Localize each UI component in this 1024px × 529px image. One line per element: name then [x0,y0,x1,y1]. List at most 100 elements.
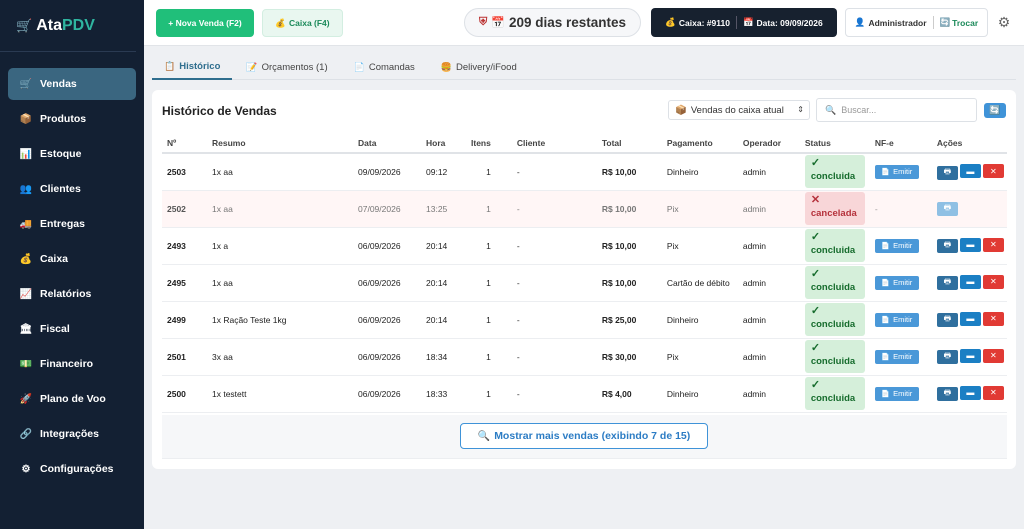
print-button[interactable]: 🖶 [936,239,958,254]
sale-operator: admin [737,375,800,413]
table-row[interactable]: 2499 1x Ração Teste 1kg 06/09/2026 20:14 1- R… [162,301,1007,339]
sale-total: R$ 10,00 [596,153,662,191]
gear-icon[interactable]: ⚙ [996,14,1012,30]
emit-nfe-button[interactable]: 📄 Emitir [874,386,919,401]
table-row[interactable]: 2493 1x a 06/09/2026 20:14 1- R$ 10,00 Pix admi… [162,227,1007,265]
clientes-icon: 👥 [19,183,33,195]
show-more-button[interactable]: 🔍 Mostrar mais vendas (exibindo 7 de 15) [460,423,708,449]
print-button[interactable]: 🖶 [936,387,958,402]
x-icon: ✕ [810,194,821,206]
sidebar: 🛒 Ata PDV 🛒 Vendas 📦 Produtos 📊 Estoque 👥 Client… [0,0,144,529]
shield-icon: ⛨ [478,16,488,28]
status-badge: ✓ concluida [804,303,865,336]
cancel-sale-button[interactable]: ✕ [982,311,1004,326]
column-header: Cliente [511,134,597,154]
cancel-sale-button[interactable]: ✕ [982,385,1004,400]
column-header: Resumo [207,134,353,154]
nfe-cell: 📄 Emitir [869,227,932,265]
emit-nfe-button[interactable]: 📄 Emitir [874,349,919,364]
sidebar-item-clientes[interactable]: 👥 Clientes [8,173,136,205]
print-button[interactable]: 🖶 [936,201,958,216]
refresh-button[interactable]: 🔄 [984,103,1006,118]
days-remaining-text: 209 dias restantes [508,15,627,30]
actions-cell: 🖶 ▬ ✕ [931,227,1007,265]
user-icon: 👤 [854,17,866,27]
print-button[interactable]: 🖶 [936,350,958,365]
emit-nfe-button[interactable]: 📄 Emitir [874,164,919,179]
sale-client: - [511,375,597,413]
column-header: Hora [421,134,466,154]
fiscal-icon: 🏛 [19,323,33,335]
tab-delivery-ifood[interactable]: 🍔 Delivery/iFood [429,54,529,80]
cancel-sale-button[interactable]: ✕ [982,274,1004,289]
search-input[interactable]: 🔍 Buscar... [816,98,977,122]
tab-comandas[interactable]: 📄 Comandas [342,54,427,80]
caixa-button[interactable]: 💰 Caixa (F4) [262,9,343,37]
logo-text-ata: Ata [36,16,62,34]
app-logo[interactable]: 🛒 Ata PDV [0,0,136,52]
printer-icon: 🖶 [943,240,952,250]
status-cell: ✓ concluida [799,301,870,339]
payment-button[interactable]: ▬ [959,385,981,400]
payment-button[interactable]: ▬ [959,237,981,252]
tab-label: Histórico [179,60,221,72]
search-icon: 🔍 [825,104,837,115]
sale-total: R$ 30,00 [596,338,662,376]
sidebar-item-produtos[interactable]: 📦 Produtos [8,103,136,135]
caixa-filter-select[interactable]: 📦 Vendas do caixa atual ⇕ [668,100,810,120]
money-bag-icon: 💰 [275,17,286,28]
integracoes-icon: 🔗 [19,428,33,440]
switch-user-link[interactable]: Trocar [952,18,978,28]
close-icon: ✕ [989,351,997,361]
sidebar-item-entregas[interactable]: 🚚 Entregas [8,208,136,240]
cart-icon: 🛒 [16,17,33,33]
status-badge: ✓ concluida [804,340,865,373]
table-row[interactable]: 2502 1x aa 07/09/2026 13:25 1- R$ 10,00 Pix adm… [162,190,1007,228]
sale-items: 1 [466,227,512,265]
sidebar-item-integracoes[interactable]: 🔗 Integrações [8,418,136,450]
emit-nfe-button[interactable]: 📄 Emitir [874,275,919,290]
sidebar-item-fiscal[interactable]: 🏛 Fiscal [8,313,136,345]
check-icon: ✓ [810,231,821,243]
sidebar-item-configuracoes[interactable]: ⚙ Configurações [8,453,136,485]
emit-label: Emitir [893,278,913,287]
card-title: Histórico de Vendas [162,104,277,118]
print-button[interactable]: 🖶 [936,165,958,180]
card-icon: ▬ [966,351,975,361]
sidebar-item-plano-de-voo[interactable]: 🚀 Plano de Voo [8,383,136,415]
print-button[interactable]: 🖶 [936,276,958,291]
table-row[interactable]: 2501 3x aa 06/09/2026 18:34 1- R$ 30,00 Pix adm… [162,338,1007,376]
sale-operator: admin [737,301,800,339]
column-header: Operador [737,134,800,154]
sidebar-item-relatorios[interactable]: 📈 Relatórios [8,278,136,310]
sidebar-item-estoque[interactable]: 📊 Estoque [8,138,136,170]
refresh-icon: 🔄 [989,105,1001,115]
table-row[interactable]: 2495 1x aa 06/09/2026 20:14 1- R$ 10,00 Cartão… [162,264,1007,302]
cancel-sale-button[interactable]: ✕ [982,348,1004,363]
tab-orcamentos-1[interactable]: 📝 Orçamentos (1) [234,54,339,80]
emit-nfe-button[interactable]: 📄 Emitir [874,312,919,327]
sale-total: R$ 4,00 [596,375,662,413]
payment-button[interactable]: ▬ [959,348,981,363]
table-row[interactable]: 2503 1x aa 09/09/2026 09:12 1- R$ 10,00 Dinhei… [162,153,1007,191]
emit-label: Emitir [893,352,913,361]
show-more-row: 🔍 Mostrar mais vendas (exibindo 7 de 15) [162,415,1007,459]
emit-nfe-button[interactable]: 📄 Emitir [874,238,919,253]
sale-client: - [511,153,597,191]
emit-label: Emitir [893,315,913,324]
cancel-sale-button[interactable]: ✕ [982,164,1004,178]
new-sale-button[interactable]: + Nova Venda (F2) [156,9,254,37]
cancel-sale-button[interactable]: ✕ [982,237,1004,252]
table-row[interactable]: 2500 1x testett 06/09/2026 18:33 1- R$ 4,00 Di… [162,375,1007,413]
tab-historico[interactable]: 📋 Histórico [152,54,233,80]
sidebar-item-financeiro[interactable]: 💵 Financeiro [8,348,136,380]
sidebar-item-caixa[interactable]: 💰 Caixa [8,243,136,275]
payment-button[interactable]: ▬ [959,311,981,326]
payment-button[interactable]: ▬ [959,164,981,178]
print-button[interactable]: 🖶 [936,313,958,328]
payment-button[interactable]: ▬ [959,274,981,289]
tab-icon: 📄 [353,61,365,72]
sale-number: 2493 [162,227,207,265]
sidebar-item-vendas[interactable]: 🛒 Vendas [8,68,136,100]
sale-payment: Dinheiro [661,153,738,191]
